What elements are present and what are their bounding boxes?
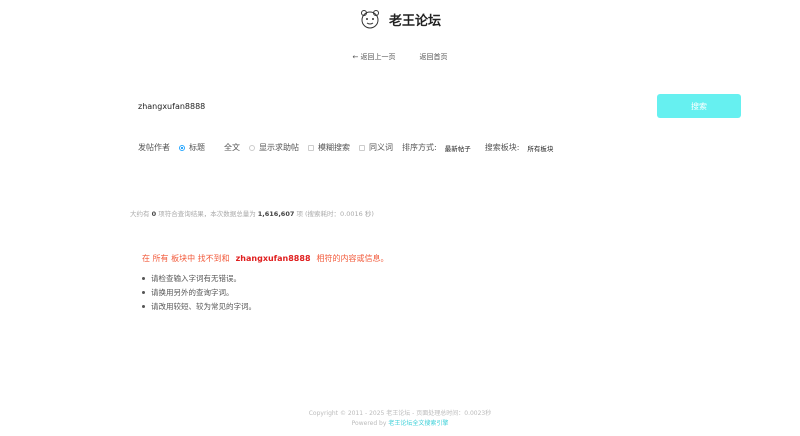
list-item: 请检查输入字词有无错误。 — [142, 271, 256, 285]
no-result-prefix: 在 所有 板块中 找不到和 — [142, 254, 230, 263]
list-item: 请改用较短、较为常见的字词。 — [142, 299, 256, 313]
result-count: 0 — [151, 210, 157, 218]
home-link[interactable]: 返回首页 — [420, 52, 448, 62]
author-label: 发帖作者 — [138, 143, 170, 152]
synonym-option[interactable]: 同义词 — [359, 142, 393, 153]
synonym-checkbox[interactable] — [359, 144, 365, 151]
sort-label: 排序方式: — [402, 143, 437, 152]
title-label: 标题 — [189, 143, 205, 152]
copyright-text: Copyright © 2011 - 2025 老王论坛 - 页面处理总时间：0… — [308, 410, 492, 417]
no-result-message: 在 所有 板块中 找不到和 zhangxufan8888 相符的内容或信息。 — [142, 253, 389, 264]
bullet-icon — [142, 276, 145, 280]
bullet-icon — [142, 290, 145, 294]
bear-mascot-icon[interactable] — [359, 8, 381, 30]
board-select[interactable]: 所有板块 — [527, 143, 553, 153]
fuzzy-label: 模糊搜索 — [318, 143, 350, 152]
tip-text: 请改用较短、较为常见的字词。 — [151, 301, 256, 311]
synonym-label: 同义词 — [369, 143, 393, 152]
author-option[interactable]: 发帖作者 — [138, 142, 170, 153]
bullet-icon — [142, 304, 145, 308]
tip-text: 请换用另外的查询字词。 — [151, 287, 234, 297]
sort-select[interactable]: 最新帖子 — [445, 143, 471, 153]
site-header: 老王论坛 — [0, 8, 800, 30]
stats-suffix: 项 (搜索耗时：0.0016 秒) — [296, 210, 374, 218]
search-bar: 搜索 — [130, 94, 742, 118]
fuzzy-option[interactable]: 模糊搜索 — [308, 142, 350, 153]
help-posts-option[interactable]: 显示求助帖 — [249, 142, 299, 153]
title-option[interactable]: 标题 — [179, 142, 205, 153]
search-page: 老王论坛 ← 返回上一页 返回首页 搜索 发帖作者 标题 全文 显示求助帖 模糊… — [0, 0, 800, 436]
board-label: 搜索板块: — [484, 143, 520, 152]
title-radio[interactable] — [179, 144, 185, 151]
powered-by: Powered by 老王论坛全文搜索引擎 — [0, 419, 800, 429]
search-tips: 请检查输入字词有无错误。 请换用另外的查询字词。 请改用较短、较为常见的字词。 — [142, 271, 256, 313]
search-stats: 大约有 0 项符合查询结果，本次数据总量为 1,616,607 项 (搜索耗时：… — [130, 208, 374, 218]
no-result-keyword: zhangxufan8888 — [235, 254, 311, 263]
fulltext-label: 全文 — [224, 143, 240, 152]
stats-middle: 项符合查询结果，本次数据总量为 — [158, 210, 256, 218]
search-button[interactable]: 搜索 — [657, 94, 741, 118]
help-posts-label: 显示求助帖 — [259, 143, 299, 152]
back-link[interactable]: ← 返回上一页 — [352, 52, 395, 62]
powered-prefix: Powered by — [351, 420, 387, 427]
search-options: 发帖作者 标题 全文 显示求助帖 模糊搜索 同义词 排序方式: 最新帖子 搜索板… — [138, 142, 567, 153]
stats-prefix: 大约有 — [130, 210, 150, 218]
list-item: 请换用另外的查询字词。 — [142, 285, 256, 299]
fuzzy-checkbox[interactable] — [308, 144, 314, 151]
fulltext-radio[interactable] — [214, 145, 220, 151]
total-count: 1,616,607 — [257, 210, 295, 218]
search-input[interactable] — [130, 94, 638, 118]
fulltext-option[interactable]: 全文 — [214, 142, 240, 153]
help-posts-radio[interactable] — [249, 144, 255, 151]
top-nav: ← 返回上一页 返回首页 — [0, 52, 800, 62]
page-footer: Copyright © 2011 - 2025 老王论坛 - 页面处理总时间：0… — [0, 409, 800, 429]
powered-link[interactable]: 老王论坛全文搜索引擎 — [388, 420, 448, 427]
no-result-suffix: 相符的内容或信息。 — [316, 254, 389, 263]
tip-text: 请检查输入字词有无错误。 — [151, 273, 241, 283]
site-title[interactable]: 老王论坛 — [389, 10, 441, 29]
